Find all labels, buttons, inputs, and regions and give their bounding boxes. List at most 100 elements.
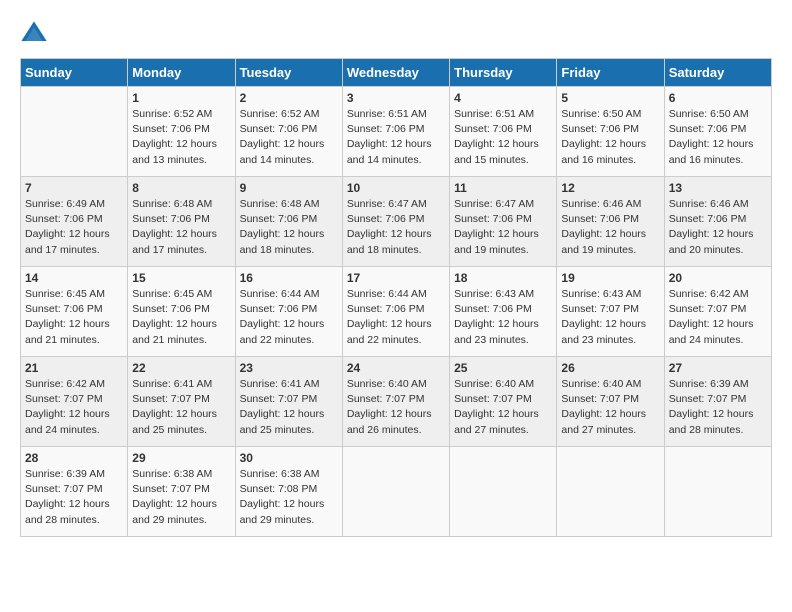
- day-cell: 24 Sunrise: 6:40 AM Sunset: 7:07 PM Dayli…: [342, 357, 449, 447]
- day-number: 12: [561, 181, 659, 195]
- day-info: Sunrise: 6:45 AM Sunset: 7:06 PM Dayligh…: [132, 287, 230, 348]
- day-info: Sunrise: 6:39 AM Sunset: 7:07 PM Dayligh…: [25, 467, 123, 528]
- day-cell: [557, 447, 664, 537]
- day-number: 29: [132, 451, 230, 465]
- day-info: Sunrise: 6:47 AM Sunset: 7:06 PM Dayligh…: [347, 197, 445, 258]
- day-info: Sunrise: 6:43 AM Sunset: 7:06 PM Dayligh…: [454, 287, 552, 348]
- day-number: 18: [454, 271, 552, 285]
- day-info: Sunrise: 6:52 AM Sunset: 7:06 PM Dayligh…: [240, 107, 338, 168]
- day-number: 23: [240, 361, 338, 375]
- day-info: Sunrise: 6:39 AM Sunset: 7:07 PM Dayligh…: [669, 377, 767, 438]
- day-cell: 4Sunrise: 6:51 AM Sunset: 7:06 PM Daylig…: [450, 87, 557, 177]
- logo: [20, 20, 52, 48]
- day-info: Sunrise: 6:45 AM Sunset: 7:06 PM Dayligh…: [25, 287, 123, 348]
- day-number: 11: [454, 181, 552, 195]
- day-info: Sunrise: 6:50 AM Sunset: 7:06 PM Dayligh…: [561, 107, 659, 168]
- day-cell: [450, 447, 557, 537]
- day-number: 30: [240, 451, 338, 465]
- day-cell: 17 Sunrise: 6:44 AM Sunset: 7:06 PM Dayli…: [342, 267, 449, 357]
- day-info: Sunrise: 6:51 AM Sunset: 7:06 PM Dayligh…: [347, 107, 445, 168]
- day-info: Sunrise: 6:48 AM Sunset: 7:06 PM Dayligh…: [240, 197, 338, 258]
- day-info: Sunrise: 6:50 AM Sunset: 7:06 PM Dayligh…: [669, 107, 767, 168]
- day-cell: 21 Sunrise: 6:42 AM Sunset: 7:07 PM Dayli…: [21, 357, 128, 447]
- header-cell-wednesday: Wednesday: [342, 59, 449, 87]
- day-info: Sunrise: 6:47 AM Sunset: 7:06 PM Dayligh…: [454, 197, 552, 258]
- week-row-2: 7 Sunrise: 6:49 AM Sunset: 7:06 PM Daylig…: [21, 177, 772, 267]
- day-info: Sunrise: 6:42 AM Sunset: 7:07 PM Dayligh…: [669, 287, 767, 348]
- header-row: SundayMondayTuesdayWednesdayThursdayFrid…: [21, 59, 772, 87]
- day-cell: 25 Sunrise: 6:40 AM Sunset: 7:07 PM Dayli…: [450, 357, 557, 447]
- day-number: 9: [240, 181, 338, 195]
- day-cell: 8Sunrise: 6:48 AM Sunset: 7:06 PM Daylig…: [128, 177, 235, 267]
- day-info: Sunrise: 6:41 AM Sunset: 7:07 PM Dayligh…: [240, 377, 338, 438]
- logo-icon: [20, 20, 48, 48]
- day-cell: 6 Sunrise: 6:50 AM Sunset: 7:06 PM Daylig…: [664, 87, 771, 177]
- day-cell: 27 Sunrise: 6:39 AM Sunset: 7:07 PM Dayli…: [664, 357, 771, 447]
- day-cell: 10 Sunrise: 6:47 AM Sunset: 7:06 PM Dayli…: [342, 177, 449, 267]
- day-info: Sunrise: 6:44 AM Sunset: 7:06 PM Dayligh…: [347, 287, 445, 348]
- header-cell-monday: Monday: [128, 59, 235, 87]
- day-info: Sunrise: 6:38 AM Sunset: 7:07 PM Dayligh…: [132, 467, 230, 528]
- day-cell: 12Sunrise: 6:46 AM Sunset: 7:06 PM Dayli…: [557, 177, 664, 267]
- day-info: Sunrise: 6:49 AM Sunset: 7:06 PM Dayligh…: [25, 197, 123, 258]
- day-cell: 18 Sunrise: 6:43 AM Sunset: 7:06 PM Dayli…: [450, 267, 557, 357]
- day-cell: 29 Sunrise: 6:38 AM Sunset: 7:07 PM Dayli…: [128, 447, 235, 537]
- calendar-table: SundayMondayTuesdayWednesdayThursdayFrid…: [20, 58, 772, 537]
- day-number: 13: [669, 181, 767, 195]
- week-row-3: 14 Sunrise: 6:45 AM Sunset: 7:06 PM Dayli…: [21, 267, 772, 357]
- day-cell: 3 Sunrise: 6:51 AM Sunset: 7:06 PM Daylig…: [342, 87, 449, 177]
- header-cell-tuesday: Tuesday: [235, 59, 342, 87]
- day-number: 27: [669, 361, 767, 375]
- day-cell: 20 Sunrise: 6:42 AM Sunset: 7:07 PM Dayli…: [664, 267, 771, 357]
- day-number: 21: [25, 361, 123, 375]
- day-cell: 19 Sunrise: 6:43 AM Sunset: 7:07 PM Dayli…: [557, 267, 664, 357]
- day-cell: 26Sunrise: 6:40 AM Sunset: 7:07 PM Dayli…: [557, 357, 664, 447]
- day-cell: 13 Sunrise: 6:46 AM Sunset: 7:06 PM Dayli…: [664, 177, 771, 267]
- day-cell: 28 Sunrise: 6:39 AM Sunset: 7:07 PM Dayli…: [21, 447, 128, 537]
- day-info: Sunrise: 6:44 AM Sunset: 7:06 PM Dayligh…: [240, 287, 338, 348]
- day-info: Sunrise: 6:46 AM Sunset: 7:06 PM Dayligh…: [669, 197, 767, 258]
- page-header: [20, 20, 772, 48]
- day-number: 17: [347, 271, 445, 285]
- day-number: 3: [347, 91, 445, 105]
- week-row-1: 1 Sunrise: 6:52 AM Sunset: 7:06 PM Daylig…: [21, 87, 772, 177]
- day-number: 14: [25, 271, 123, 285]
- day-number: 2: [240, 91, 338, 105]
- day-cell: 16 Sunrise: 6:44 AM Sunset: 7:06 PM Dayli…: [235, 267, 342, 357]
- day-info: Sunrise: 6:40 AM Sunset: 7:07 PM Dayligh…: [454, 377, 552, 438]
- day-cell: [664, 447, 771, 537]
- day-cell: 2 Sunrise: 6:52 AM Sunset: 7:06 PM Daylig…: [235, 87, 342, 177]
- day-number: 7: [25, 181, 123, 195]
- day-info: Sunrise: 6:41 AM Sunset: 7:07 PM Dayligh…: [132, 377, 230, 438]
- day-number: 24: [347, 361, 445, 375]
- day-cell: [21, 87, 128, 177]
- week-row-5: 28 Sunrise: 6:39 AM Sunset: 7:07 PM Dayli…: [21, 447, 772, 537]
- day-number: 16: [240, 271, 338, 285]
- day-cell: 5Sunrise: 6:50 AM Sunset: 7:06 PM Daylig…: [557, 87, 664, 177]
- day-cell: 30 Sunrise: 6:38 AM Sunset: 7:08 PM Dayli…: [235, 447, 342, 537]
- day-info: Sunrise: 6:40 AM Sunset: 7:07 PM Dayligh…: [347, 377, 445, 438]
- day-cell: 22 Sunrise: 6:41 AM Sunset: 7:07 PM Dayli…: [128, 357, 235, 447]
- week-row-4: 21 Sunrise: 6:42 AM Sunset: 7:07 PM Dayli…: [21, 357, 772, 447]
- day-cell: 14 Sunrise: 6:45 AM Sunset: 7:06 PM Dayli…: [21, 267, 128, 357]
- day-number: 22: [132, 361, 230, 375]
- day-cell: 9 Sunrise: 6:48 AM Sunset: 7:06 PM Daylig…: [235, 177, 342, 267]
- day-cell: 23 Sunrise: 6:41 AM Sunset: 7:07 PM Dayli…: [235, 357, 342, 447]
- day-info: Sunrise: 6:42 AM Sunset: 7:07 PM Dayligh…: [25, 377, 123, 438]
- day-number: 26: [561, 361, 659, 375]
- day-number: 6: [669, 91, 767, 105]
- day-number: 25: [454, 361, 552, 375]
- header-cell-saturday: Saturday: [664, 59, 771, 87]
- day-info: Sunrise: 6:51 AM Sunset: 7:06 PM Dayligh…: [454, 107, 552, 168]
- day-info: Sunrise: 6:38 AM Sunset: 7:08 PM Dayligh…: [240, 467, 338, 528]
- day-number: 15: [132, 271, 230, 285]
- day-cell: [342, 447, 449, 537]
- day-number: 1: [132, 91, 230, 105]
- day-number: 20: [669, 271, 767, 285]
- day-number: 19: [561, 271, 659, 285]
- day-info: Sunrise: 6:43 AM Sunset: 7:07 PM Dayligh…: [561, 287, 659, 348]
- day-number: 28: [25, 451, 123, 465]
- day-info: Sunrise: 6:52 AM Sunset: 7:06 PM Dayligh…: [132, 107, 230, 168]
- day-number: 10: [347, 181, 445, 195]
- day-number: 8: [132, 181, 230, 195]
